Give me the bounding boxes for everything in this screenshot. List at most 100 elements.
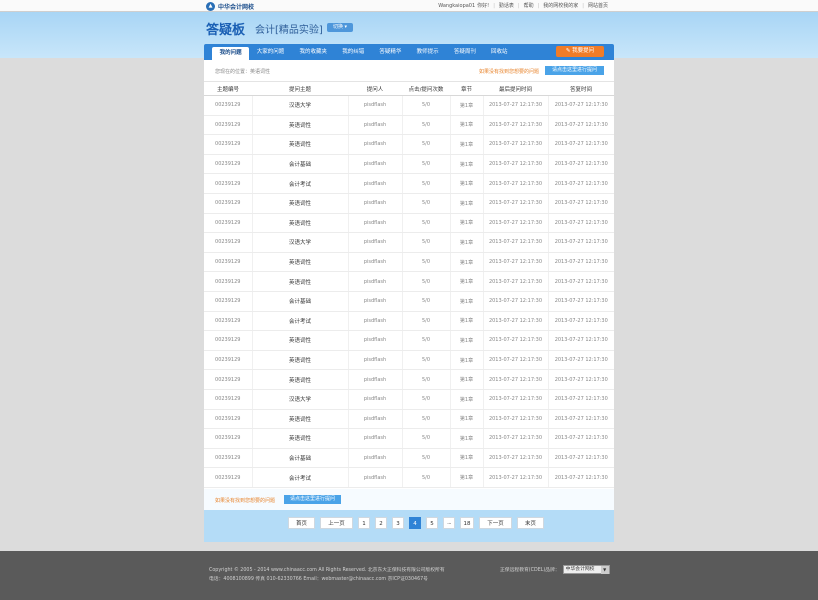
page-first[interactable]: 首页 xyxy=(288,517,315,529)
tab-recycle-bin[interactable]: 回收站 xyxy=(483,44,515,60)
site-logo[interactable]: ▲ 中华会计网校 xyxy=(206,1,254,11)
cell-topic-title[interactable]: 会计考试 xyxy=(252,311,349,332)
switch-course-button[interactable]: 切换 ▾ xyxy=(327,23,353,32)
go-ask-button[interactable]: 请点击这里进行提问 xyxy=(545,66,604,75)
cell-reply-time: 2013-07-27 12:17:30 xyxy=(548,467,614,488)
cell-topic-title[interactable]: 英语词性 xyxy=(252,134,349,155)
cell-topic-title[interactable]: 英语词性 xyxy=(252,213,349,234)
top-link-help[interactable]: 帮助 xyxy=(524,2,534,9)
cell-topic-title[interactable]: 英语词性 xyxy=(252,271,349,292)
footer: Copyright © 2005 - 2014 www.chinaacc.com… xyxy=(0,551,818,600)
cell-click-count: 5/0 xyxy=(402,369,451,390)
cell-topic-title[interactable]: 英语词性 xyxy=(252,193,349,214)
switch-label: 切换 xyxy=(332,24,343,30)
cell-topic-title[interactable]: 英语词性 xyxy=(252,115,349,136)
cell-topic-id: 00239129 xyxy=(204,409,253,430)
tab-teacher-tips[interactable]: 教师提示 xyxy=(409,44,446,60)
pagination-band: 首页 上一页 1 2 3 4 5 ··· 18 下一页 末页 xyxy=(204,510,614,542)
page-5[interactable]: 5 xyxy=(426,517,438,529)
cell-topic-id: 00239129 xyxy=(204,115,253,136)
page-2[interactable]: 2 xyxy=(375,517,387,529)
page-3[interactable]: 3 xyxy=(392,517,404,529)
cell-topic-title[interactable]: 英语词性 xyxy=(252,428,349,449)
cell-topic-title[interactable]: 英语词性 xyxy=(252,369,349,390)
footer-copyright: Copyright © 2005 - 2014 www.chinaacc.com… xyxy=(209,568,445,573)
table-row[interactable]: 00239129 会计考试 pisdflash 5/0 第1章 2013-07-27 12… xyxy=(204,467,614,488)
cell-reply-time: 2013-07-27 12:17:30 xyxy=(548,330,614,351)
table-row[interactable]: 00239129 英语词性 pisdflash 5/0 第1章 2013-07-27 12… xyxy=(204,350,614,371)
tab-my-questions[interactable]: 我的问题 xyxy=(212,47,250,60)
cell-chapter: 第1章 xyxy=(450,213,484,234)
tab-corrections[interactable]: 我的纠错 xyxy=(335,44,372,60)
cell-topic-title[interactable]: 会计考试 xyxy=(252,173,349,194)
cell-reply-time: 2013-07-27 12:17:30 xyxy=(548,291,614,312)
page-last-number[interactable]: 18 xyxy=(460,517,474,529)
table-row[interactable]: 00239129 会计基础 pisdflash 5/0 第1章 2013-07-27 12… xyxy=(204,291,614,312)
cell-topic-title[interactable]: 会计考试 xyxy=(252,467,349,488)
cell-reply-time: 2013-07-27 12:17:30 xyxy=(548,154,614,175)
table-row[interactable]: 00239129 英语词性 pisdflash 5/0 第1章 2013-07-27 12… xyxy=(204,409,614,430)
table-row[interactable]: 00239129 英语词性 pisdflash 5/0 第1章 2013-07-27 12… xyxy=(204,330,614,351)
page-prev[interactable]: 上一页 xyxy=(320,517,353,529)
cell-last-asked-time: 2013-07-27 12:17:30 xyxy=(483,154,549,175)
cell-topic-title[interactable]: 汉语大学 xyxy=(252,232,349,253)
table-row[interactable]: 00239129 英语词性 pisdflash 5/0 第1章 2013-07-27 12… xyxy=(204,213,614,234)
tab-favorites[interactable]: 我的收藏夹 xyxy=(292,44,335,60)
top-link-scoreboard[interactable]: 勤话表 xyxy=(499,2,514,9)
cell-topic-title[interactable]: 汉语大学 xyxy=(252,389,349,410)
cell-topic-title[interactable]: 会计基础 xyxy=(252,154,349,175)
table-row[interactable]: 00239129 会计考试 pisdflash 5/0 第1章 2013-07-27 12… xyxy=(204,173,614,194)
cell-asker: pisdflash xyxy=(348,193,403,214)
cell-chapter: 第1章 xyxy=(450,330,484,351)
table-row[interactable]: 00239129 英语词性 pisdflash 5/0 第1章 2013-07-27 12… xyxy=(204,271,614,292)
cell-click-count: 5/0 xyxy=(402,448,451,469)
page-end[interactable]: 末页 xyxy=(517,517,544,529)
table-row[interactable]: 00239129 汉语大学 pisdflash 5/0 第1章 2013-07-27 12… xyxy=(204,232,614,253)
table-row[interactable]: 00239129 会计基础 pisdflash 5/0 第1章 2013-07-27 12… xyxy=(204,154,614,175)
table-row[interactable]: 00239129 会计考试 pisdflash 5/0 第1章 2013-07-27 12… xyxy=(204,311,614,332)
brand-select[interactable]: 中华会计网校 ▼ xyxy=(562,565,610,574)
cell-chapter: 第1章 xyxy=(450,95,484,116)
main-nav: 我的问题 大家的问题 我的收藏夹 我的纠错 答疑精华 教师提示 答疑周刊 回收站… xyxy=(204,44,614,60)
cell-topic-title[interactable]: 英语词性 xyxy=(252,350,349,371)
page-1[interactable]: 1 xyxy=(358,517,370,529)
table-row[interactable]: 00239129 英语词性 pisdflash 5/0 第1章 2013-07-27 12… xyxy=(204,369,614,390)
cell-topic-title[interactable]: 英语词性 xyxy=(252,252,349,273)
cell-topic-title[interactable]: 会计基础 xyxy=(252,291,349,312)
page-next[interactable]: 下一页 xyxy=(479,517,512,529)
top-link-home[interactable]: 网站首页 xyxy=(588,2,608,9)
page-4-current[interactable]: 4 xyxy=(409,517,421,529)
cell-topic-title[interactable]: 汉语大学 xyxy=(252,95,349,116)
cell-last-asked-time: 2013-07-27 12:17:30 xyxy=(483,134,549,155)
tab-weekly[interactable]: 答疑周刊 xyxy=(446,44,483,60)
cell-asker: pisdflash xyxy=(348,173,403,194)
footer-contact: 电话：4008100899 传真 010-62330766 Email：webm… xyxy=(209,577,428,582)
cell-asker: pisdflash xyxy=(348,154,403,175)
tab-all-questions[interactable]: 大家的问题 xyxy=(249,44,292,60)
ask-question-button[interactable]: ✎ 我要提问 xyxy=(556,46,604,57)
cell-reply-time: 2013-07-27 12:17:30 xyxy=(548,311,614,332)
go-ask-button-bottom[interactable]: 请点击这里进行提问 xyxy=(284,495,341,504)
table-row[interactable]: 00239129 英语词性 pisdflash 5/0 第1章 2013-07-27 12… xyxy=(204,428,614,449)
table-row[interactable]: 00239129 英语词性 pisdflash 5/0 第1章 2013-07-27 12… xyxy=(204,193,614,214)
top-link-my-school[interactable]: 我的网校我的家 xyxy=(543,2,578,9)
table-row[interactable]: 00239129 英语词性 pisdflash 5/0 第1章 2013-07-27 12… xyxy=(204,134,614,155)
cell-reply-time: 2013-07-27 12:17:30 xyxy=(548,389,614,410)
cell-topic-title[interactable]: 会计基础 xyxy=(252,448,349,469)
cell-chapter: 第1章 xyxy=(450,389,484,410)
table-row[interactable]: 00239129 英语词性 pisdflash 5/0 第1章 2013-07-27 12… xyxy=(204,115,614,136)
cell-chapter: 第1章 xyxy=(450,252,484,273)
table-row[interactable]: 00239129 英语词性 pisdflash 5/0 第1章 2013-07-27 12… xyxy=(204,252,614,273)
cell-reply-time: 2013-07-27 12:17:30 xyxy=(548,409,614,430)
table-row[interactable]: 00239129 汉语大学 pisdflash 5/0 第1章 2013-07-27 12… xyxy=(204,95,614,116)
cell-last-asked-time: 2013-07-27 12:17:30 xyxy=(483,448,549,469)
table-row[interactable]: 00239129 会计基础 pisdflash 5/0 第1章 2013-07-27 12… xyxy=(204,448,614,469)
table-row[interactable]: 00239129 汉语大学 pisdflash 5/0 第1章 2013-07-27 12… xyxy=(204,389,614,410)
cell-chapter: 第1章 xyxy=(450,409,484,430)
cell-topic-title[interactable]: 英语词性 xyxy=(252,330,349,351)
footer-brand: 正保远程教育(CDEL)品牌： 中华会计网校 ▼ xyxy=(500,565,610,574)
top-links: Wangkaiopa01 你好! | 勤话表 | 帮助 | 我的网校我的家 | … xyxy=(438,2,608,10)
breadcrumb: 您现在的位置：英语词性 xyxy=(215,69,271,75)
tab-highlights[interactable]: 答疑精华 xyxy=(372,44,409,60)
cell-topic-title[interactable]: 英语词性 xyxy=(252,409,349,430)
